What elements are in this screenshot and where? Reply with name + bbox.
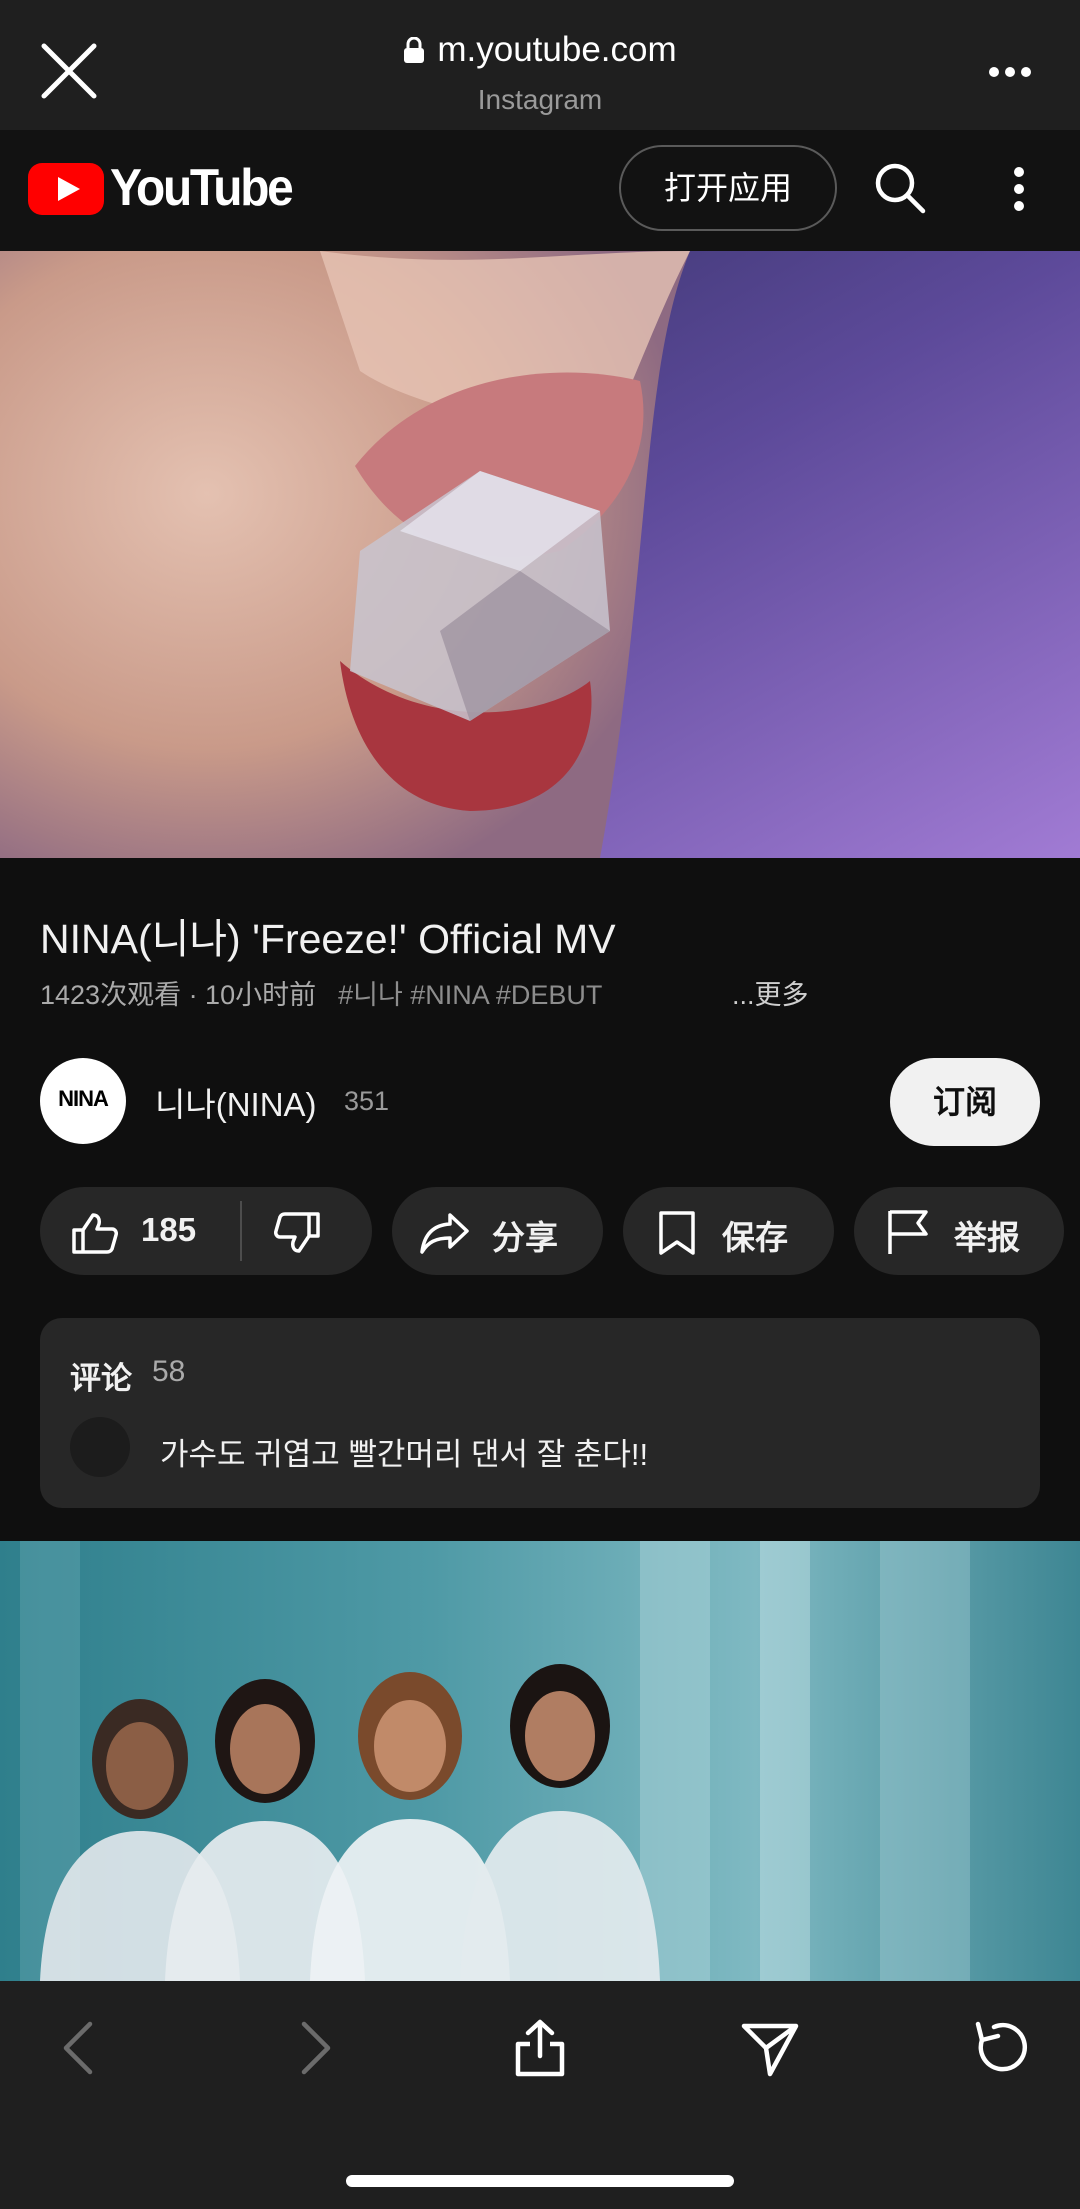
back-icon[interactable] xyxy=(52,2018,112,2078)
report-flag-icon xyxy=(886,1208,930,1256)
comments-label: 评论 xyxy=(70,1361,132,1396)
save-label: 保存 xyxy=(722,1219,788,1256)
url-text: m.youtube.com xyxy=(437,30,677,69)
top-comment-text: 가수도 귀엽고 빨간머리 댄서 잘 춘다!! xyxy=(160,1437,649,1472)
forward-icon[interactable] xyxy=(282,2018,342,2078)
video-meta: 1423次观看 · 10小时前 #니나 #NINA #DEBUT ...更多 xyxy=(40,973,1040,1012)
subscribe-button[interactable]: 订阅 xyxy=(890,1058,1040,1146)
upload-share-icon[interactable] xyxy=(510,2018,570,2078)
youtube-wordmark[interactable]: YouTube xyxy=(110,158,294,218)
like-icon xyxy=(72,1212,118,1254)
home-indicator[interactable] xyxy=(346,2175,734,2187)
video-player[interactable] xyxy=(0,251,1080,858)
comments-section[interactable] xyxy=(40,1318,1040,1508)
url-display[interactable]: m.youtube.com xyxy=(0,30,1080,70)
commenter-avatar xyxy=(70,1417,130,1477)
more-vertical-icon[interactable] xyxy=(1012,166,1026,212)
share-label: 分享 xyxy=(492,1219,558,1256)
send-icon[interactable] xyxy=(740,2018,800,2078)
like-button[interactable] xyxy=(40,1187,240,1275)
video-tags[interactable]: #니나 #NINA #DEBUT xyxy=(338,980,602,1010)
save-icon xyxy=(657,1210,697,1256)
youtube-logo[interactable] xyxy=(28,163,104,215)
lock-icon xyxy=(403,37,425,63)
channel-name[interactable]: 니나(NINA) xyxy=(155,1078,317,1126)
next-video-thumbnail[interactable] xyxy=(0,1541,1080,1981)
comments-count: 58 xyxy=(152,1355,186,1388)
more-description-link[interactable]: ...更多 xyxy=(732,973,809,1012)
report-label: 举报 xyxy=(954,1219,1020,1256)
source-app-label: Instagram xyxy=(477,84,603,115)
channel-avatar-logo: NINA xyxy=(58,1086,109,1111)
subscriber-count: 351 xyxy=(344,1086,390,1116)
share-icon xyxy=(420,1212,470,1254)
open-app-button[interactable]: 打开应用 xyxy=(619,145,837,231)
like-count: 185 xyxy=(141,1211,197,1248)
dislike-icon[interactable] xyxy=(274,1212,320,1254)
video-title: NINA(니나) 'Freeze!' Official MV xyxy=(40,916,616,962)
views-time: 1423次观看 · 10小时前 xyxy=(40,980,317,1010)
reload-icon[interactable] xyxy=(970,2018,1030,2078)
search-icon[interactable] xyxy=(874,162,926,214)
like-divider xyxy=(240,1201,242,1261)
more-horizontal-icon[interactable] xyxy=(988,66,1032,78)
